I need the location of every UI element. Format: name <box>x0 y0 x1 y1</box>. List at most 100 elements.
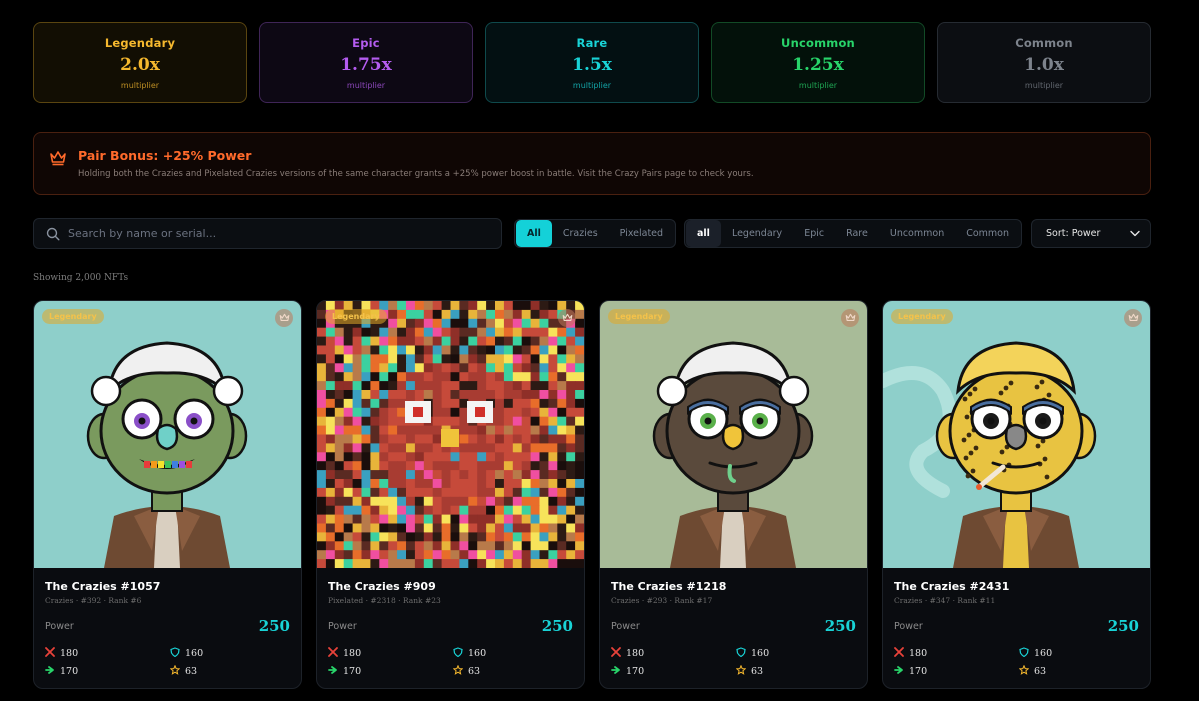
defense-value: 160 <box>1034 648 1053 659</box>
rarity-filter-uncommon[interactable]: Uncommon <box>879 220 955 247</box>
crown-icon <box>841 309 859 327</box>
pair-bonus-title: Pair Bonus: +25% Power <box>78 148 252 163</box>
nft-title: The Crazies #1057 <box>45 580 161 593</box>
star-icon <box>1018 664 1030 678</box>
defense-value: 160 <box>468 648 487 659</box>
shield-icon <box>1019 647 1029 660</box>
rarity-card-legendary: Legendary 2.0x multiplier <box>33 22 247 103</box>
luck-stat: 63 <box>735 664 764 678</box>
chevron-down-icon <box>1130 230 1140 237</box>
type-filter-all[interactable]: All <box>516 220 552 247</box>
rarity-filter-rare[interactable]: Rare <box>835 220 879 247</box>
rarity-name: Legendary <box>104 35 176 50</box>
nft-meta: Crazies · #347 · Rank #11 <box>894 596 996 605</box>
rarity-filter: all Legendary Epic Rare Uncommon Common <box>684 219 1023 248</box>
rarity-multiplier-caption: multiplier <box>572 80 612 90</box>
type-filter-crazies[interactable]: Crazies <box>552 220 609 247</box>
luck-stat: 63 <box>1018 664 1047 678</box>
rarity-card-epic: Epic 1.75x multiplier <box>259 22 473 103</box>
power-label: Power <box>328 621 357 632</box>
rarity-name: Common <box>1015 35 1073 50</box>
rarity-multiplier: 1.25x <box>792 54 844 75</box>
power-value: 250 <box>258 617 290 635</box>
type-filter-pixelated[interactable]: Pixelated <box>609 220 674 247</box>
attack-stat: 180 <box>45 647 78 660</box>
shield-icon <box>170 647 180 660</box>
nft-artwork <box>317 301 584 568</box>
rarity-name: Uncommon <box>781 35 855 50</box>
speed-stat: 170 <box>328 665 361 678</box>
nft-meta: Pixelated · #2318 · Rank #23 <box>328 596 441 605</box>
rarity-filter-epic[interactable]: Epic <box>793 220 835 247</box>
nft-title: The Crazies #2431 <box>894 580 1010 593</box>
star-icon <box>169 664 181 678</box>
crown-icon <box>558 309 576 327</box>
rarity-badge: Legendary <box>325 309 387 324</box>
rarity-filter-common[interactable]: Common <box>955 220 1020 247</box>
nft-meta: Crazies · #392 · Rank #6 <box>45 596 142 605</box>
rarity-multiplier: 1.5x <box>572 54 612 75</box>
nft-artwork <box>883 301 1150 568</box>
rarity-filter-all[interactable]: all <box>686 220 721 247</box>
attack-value: 180 <box>343 648 362 659</box>
sort-select[interactable]: Sort: Power <box>1031 219 1151 248</box>
star-icon <box>735 664 747 678</box>
luck-stat: 63 <box>452 664 480 678</box>
nft-card[interactable]: Legendary The Crazies #2431 Crazies · #3… <box>882 300 1151 689</box>
speed-stat: 170 <box>45 665 78 678</box>
crown-icon <box>275 309 293 327</box>
attack-stat: 180 <box>611 647 644 660</box>
speed-icon <box>611 665 621 678</box>
nft-grid: Legendary The Crazies #1057 Crazies · #3… <box>33 300 1151 689</box>
rarity-card-uncommon: Uncommon 1.25x multiplier <box>711 22 925 103</box>
attack-value: 180 <box>626 648 645 659</box>
star-icon <box>452 664 464 678</box>
speed-value: 170 <box>909 666 928 677</box>
search-input[interactable] <box>68 227 501 240</box>
nft-card[interactable]: Legendary The Crazies #1057 Crazies · #3… <box>33 300 302 689</box>
pair-bonus-description: Holding both the Crazies and Pixelated C… <box>78 169 754 179</box>
power-value: 250 <box>1107 617 1139 635</box>
rarity-badge: Legendary <box>608 309 670 324</box>
defense-stat: 160 <box>453 647 486 660</box>
search-box[interactable] <box>33 218 502 249</box>
luck-stat: 63 <box>169 664 197 678</box>
shield-icon <box>453 647 463 660</box>
nft-meta: Crazies · #293 · Rank #17 <box>611 596 713 605</box>
rarity-multiplier: 1.75x <box>340 54 392 75</box>
power-value: 250 <box>824 617 856 635</box>
defense-stat: 160 <box>736 647 769 660</box>
nft-title: The Crazies #1218 <box>611 580 727 593</box>
attack-value: 180 <box>909 648 928 659</box>
swords-icon <box>45 647 55 660</box>
luck-value: 63 <box>751 666 764 677</box>
nft-card[interactable]: Legendary The Crazies #1218 Crazies · #2… <box>599 300 868 689</box>
rarity-multiplier-caption: multiplier <box>120 80 160 90</box>
speed-value: 170 <box>343 666 362 677</box>
rarity-badge: Legendary <box>42 309 104 324</box>
crown-icon <box>50 151 66 166</box>
rarity-card-common: Common 1.0x multiplier <box>937 22 1151 103</box>
speed-stat: 170 <box>894 665 927 678</box>
rarity-name: Rare <box>576 35 608 50</box>
attack-stat: 180 <box>328 647 361 660</box>
rarity-multiplier: 1.0x <box>1024 54 1064 75</box>
crown-icon <box>1124 309 1142 327</box>
sort-label: Sort: Power <box>1046 228 1101 239</box>
power-label: Power <box>894 621 923 632</box>
search-icon <box>46 227 60 241</box>
rarity-multiplier-row: Legendary 2.0x multiplier Epic 1.75x multipli… <box>33 22 1151 103</box>
defense-stat: 160 <box>170 647 203 660</box>
nft-card[interactable]: Legendary The Crazies #909 Pixelated · #… <box>316 300 585 689</box>
rarity-filter-legendary[interactable]: Legendary <box>721 220 793 247</box>
nft-artwork <box>600 301 867 568</box>
rarity-multiplier: 2.0x <box>120 54 160 75</box>
luck-value: 63 <box>1034 666 1047 677</box>
nft-artwork-frame: Legendary <box>600 301 867 568</box>
swords-icon <box>894 647 904 660</box>
shield-icon <box>736 647 746 660</box>
power-value: 250 <box>541 617 573 635</box>
defense-value: 160 <box>185 648 204 659</box>
type-filter: All Crazies Pixelated <box>514 219 677 248</box>
speed-icon <box>45 665 55 678</box>
